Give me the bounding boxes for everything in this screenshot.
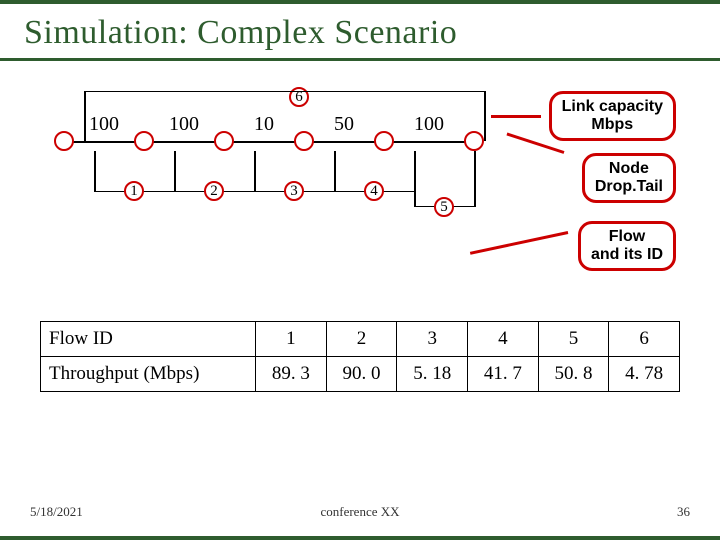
flow-id-4: 4	[364, 181, 384, 201]
flow4-drop	[334, 151, 336, 191]
link-cap-0: 100	[89, 113, 119, 136]
val-4: 41. 7	[468, 357, 539, 392]
footer-page: 36	[677, 504, 690, 520]
node-4	[374, 131, 394, 151]
flow6-span	[84, 91, 484, 92]
link-line	[64, 141, 474, 143]
hdr-3: 3	[397, 322, 468, 357]
flow-id-5: 5	[434, 197, 454, 217]
val-5: 50. 8	[538, 357, 609, 392]
flow-id-1: 1	[124, 181, 144, 201]
topology-diagram: 100 100 10 50 100 6 1 2 3 4 5 Link capac…	[24, 91, 696, 291]
flow6-drop-right	[484, 91, 486, 141]
node-2	[214, 131, 234, 151]
hdr-2: 2	[326, 322, 397, 357]
flow5-drop-a	[414, 151, 416, 191]
flow-id-2: 2	[204, 181, 224, 201]
table-row: Throughput (Mbps) 89. 3 90. 0 5. 18 41. …	[41, 357, 680, 392]
link-cap-2: 10	[254, 113, 274, 136]
link-cap-4: 100	[414, 113, 444, 136]
page-title: Simulation: Complex Scenario	[24, 14, 696, 52]
flow1-drop	[94, 151, 96, 191]
hdr-flowid: Flow ID	[41, 322, 256, 357]
row-label: Throughput (Mbps)	[41, 357, 256, 392]
val-6: 4. 78	[609, 357, 680, 392]
hdr-1: 1	[256, 322, 327, 357]
link-cap-3: 50	[334, 113, 354, 136]
link-cap-1: 100	[169, 113, 199, 136]
callout-link-capacity: Link capacity Mbps	[549, 91, 676, 141]
footer-conference: conference XX	[320, 504, 399, 520]
flow-id-3: 3	[284, 181, 304, 201]
flow3-drop	[254, 151, 256, 191]
flow6-drop-left	[84, 91, 86, 141]
callout-node: Node Drop.Tail	[582, 153, 676, 203]
hdr-6: 6	[609, 322, 680, 357]
val-1: 89. 3	[256, 357, 327, 392]
node-3	[294, 131, 314, 151]
val-3: 5. 18	[397, 357, 468, 392]
node-0	[54, 131, 74, 151]
flow5-drop-b	[474, 151, 476, 207]
table-header-row: Flow ID 1 2 3 4 5 6	[41, 322, 680, 357]
node-5	[464, 131, 484, 151]
flow5-drop-c	[414, 191, 416, 207]
hdr-4: 4	[468, 322, 539, 357]
flow2-drop	[174, 151, 176, 191]
callout-flow-arrow	[470, 231, 568, 255]
callout-flow: Flow and its ID	[578, 221, 676, 271]
val-2: 90. 0	[326, 357, 397, 392]
footer-date: 5/18/2021	[30, 504, 83, 520]
node-1	[134, 131, 154, 151]
throughput-table: Flow ID 1 2 3 4 5 6 Throughput (Mbps) 89…	[40, 321, 680, 392]
flow-id-6: 6	[289, 87, 309, 107]
hdr-5: 5	[538, 322, 609, 357]
callout-link-arrow	[491, 115, 541, 118]
